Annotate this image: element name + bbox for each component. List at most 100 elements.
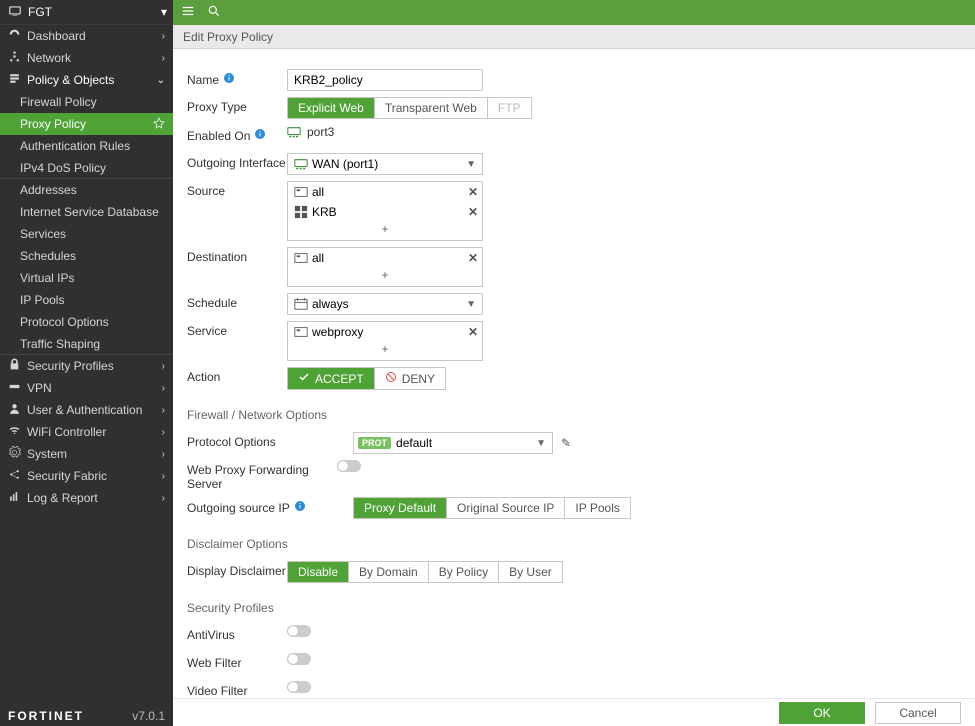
destination-item[interactable]: all ✕ <box>288 248 482 268</box>
service-box[interactable]: webproxy ✕ + <box>287 321 483 361</box>
address-icon <box>294 251 308 265</box>
sidebar-sub-ip-pools[interactable]: IP Pools <box>0 289 173 311</box>
deny-icon <box>385 371 397 386</box>
sidebar-sub-auth-rules[interactable]: Authentication Rules <box>0 135 173 157</box>
info-icon[interactable] <box>294 500 306 515</box>
remove-icon[interactable]: ✕ <box>468 251 478 265</box>
sidebar-menu: Dashboard › Network › Policy & Objects ⌄… <box>0 25 173 706</box>
search-icon[interactable] <box>207 4 221 21</box>
proxy-type-transparent[interactable]: Transparent Web <box>375 98 488 118</box>
service-label: Service <box>187 321 287 338</box>
chevron-down-icon: ⌄ <box>157 75 165 86</box>
action-accept[interactable]: ACCEPT <box>288 368 375 389</box>
outgoing-interface-select[interactable]: WAN (port1) ▼ <box>287 153 483 175</box>
sidebar-sub-proto-opts[interactable]: Protocol Options <box>0 311 173 333</box>
add-source[interactable]: + <box>288 222 482 240</box>
videofilter-toggle[interactable] <box>287 681 311 693</box>
source-item[interactable]: all ✕ <box>288 182 482 202</box>
osip-original[interactable]: Original Source IP <box>447 498 565 518</box>
check-icon <box>298 371 310 386</box>
add-service[interactable]: + <box>288 342 482 360</box>
destination-label: Destination <box>187 247 287 264</box>
device-selector[interactable]: FGT ▾ <box>0 0 173 25</box>
service-icon <box>294 325 308 339</box>
sidebar-sub-isdb[interactable]: Internet Service Database <box>0 201 173 223</box>
action-segmented: ACCEPT DENY <box>287 367 446 390</box>
proxy-type-ftp[interactable]: FTP <box>488 98 531 118</box>
sidebar-item-policy-objects[interactable]: Policy & Objects ⌄ <box>0 69 173 91</box>
disc-disable[interactable]: Disable <box>288 562 349 582</box>
wpfs-label: Web Proxy Forwarding Server <box>187 460 337 491</box>
name-input[interactable] <box>287 69 483 91</box>
action-deny[interactable]: DENY <box>375 368 445 389</box>
sidebar-sub-vip[interactable]: Virtual IPs <box>0 267 173 289</box>
sidebar-sub-ipv4-dos[interactable]: IPv4 DoS Policy <box>0 157 173 179</box>
info-icon[interactable] <box>223 72 235 87</box>
sidebar-item-network[interactable]: Network › <box>0 47 173 69</box>
sidebar-item-security-fabric[interactable]: Security Fabric› <box>0 465 173 487</box>
service-item[interactable]: webproxy ✕ <box>288 322 482 342</box>
info-icon[interactable] <box>254 128 266 143</box>
videofilter-label: Video Filter <box>187 681 287 698</box>
sidebar-item-dashboard[interactable]: Dashboard › <box>0 25 173 47</box>
source-box[interactable]: all ✕ KRB ✕ + <box>287 181 483 241</box>
remove-icon[interactable]: ✕ <box>468 205 478 219</box>
sidebar-item-wifi[interactable]: WiFi Controller› <box>0 421 173 443</box>
topbar <box>173 0 975 25</box>
address-icon <box>294 185 308 199</box>
add-destination[interactable]: + <box>288 268 482 286</box>
action-label: Action <box>187 367 287 384</box>
sidebar-sub-schedules[interactable]: Schedules <box>0 245 173 267</box>
group-icon <box>294 205 308 219</box>
name-label: Name <box>187 69 287 87</box>
disc-user[interactable]: By User <box>499 562 562 582</box>
chevron-right-icon: › <box>162 53 165 64</box>
edit-icon[interactable]: ✎ <box>561 436 571 450</box>
source-label: Source <box>187 181 287 198</box>
vpn-icon <box>8 380 21 396</box>
disc-policy[interactable]: By Policy <box>429 562 499 582</box>
sidebar-sub-traffic-shaping[interactable]: Traffic Shaping <box>0 333 173 355</box>
source-item[interactable]: KRB ✕ <box>288 202 482 222</box>
chevron-down-icon: ▼ <box>466 159 476 170</box>
network-icon <box>8 50 21 66</box>
sidebar: FGT ▾ Dashboard › Network › Policy & Obj… <box>0 0 173 726</box>
sidebar-sub-proxy-policy[interactable]: Proxy Policy <box>0 113 173 135</box>
remove-icon[interactable]: ✕ <box>468 325 478 339</box>
protocol-options-select[interactable]: PROT default ▼ <box>353 432 553 454</box>
cancel-button[interactable]: Cancel <box>875 702 961 724</box>
osip-ippools[interactable]: IP Pools <box>565 498 629 518</box>
ok-button[interactable]: OK <box>779 702 865 724</box>
sidebar-item-security-profiles[interactable]: Security Profiles› <box>0 355 173 377</box>
antivirus-toggle[interactable] <box>287 625 311 637</box>
menu-toggle-icon[interactable] <box>181 4 195 21</box>
schedule-select[interactable]: always ▼ <box>287 293 483 315</box>
interface-icon <box>287 125 301 139</box>
device-name: FGT <box>28 5 52 19</box>
chevron-down-icon: ▼ <box>466 299 476 310</box>
schedule-icon <box>294 297 308 311</box>
policy-icon <box>8 72 21 88</box>
enabled-on-value[interactable]: port3 <box>287 125 334 139</box>
webfilter-label: Web Filter <box>187 653 287 670</box>
sidebar-item-system[interactable]: System› <box>0 443 173 465</box>
brand-logo: FORTINET <box>8 709 84 723</box>
osip-proxy-default[interactable]: Proxy Default <box>354 498 447 518</box>
sidebar-sub-addresses[interactable]: Addresses <box>0 179 173 201</box>
proxy-type-explicit[interactable]: Explicit Web <box>288 98 375 118</box>
sidebar-sub-firewall-policy[interactable]: Firewall Policy <box>0 91 173 113</box>
wpfs-toggle[interactable] <box>337 460 361 472</box>
footer-actions: OK Cancel <box>173 698 975 726</box>
sidebar-item-log-report[interactable]: Log & Report› <box>0 487 173 509</box>
destination-box[interactable]: all ✕ + <box>287 247 483 287</box>
gear-icon <box>8 446 21 462</box>
webfilter-toggle[interactable] <box>287 653 311 665</box>
sidebar-item-vpn[interactable]: VPN› <box>0 377 173 399</box>
enabled-on-label: Enabled On <box>187 125 287 143</box>
sidebar-item-user-auth[interactable]: User & Authentication› <box>0 399 173 421</box>
disc-domain[interactable]: By Domain <box>349 562 429 582</box>
antivirus-label: AntiVirus <box>187 625 287 642</box>
remove-icon[interactable]: ✕ <box>468 185 478 199</box>
schedule-label: Schedule <box>187 293 287 310</box>
sidebar-sub-services[interactable]: Services <box>0 223 173 245</box>
